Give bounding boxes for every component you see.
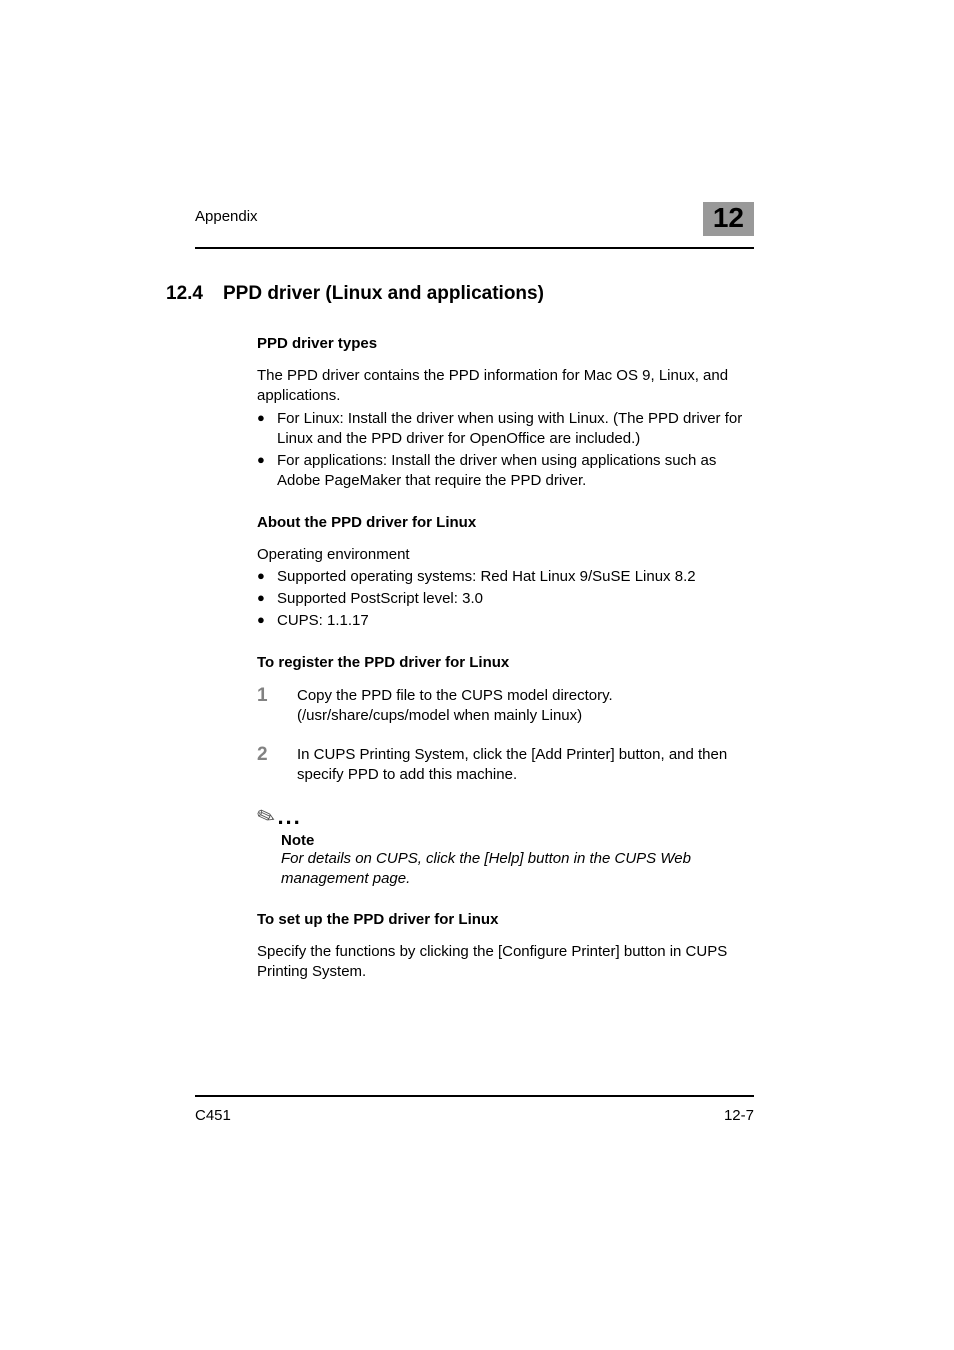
note-icon: ✎	[253, 801, 279, 832]
footer-page-number: 12-7	[724, 1107, 754, 1124]
bullet-icon: ●	[257, 611, 277, 629]
list-item-text: For Linux: Install the driver when using…	[277, 409, 754, 450]
note-dots-icon: ...	[277, 804, 301, 830]
para-setup: Specify the functions by clicking the [C…	[257, 942, 754, 983]
note-text: For details on CUPS, click the [Help] bu…	[281, 849, 754, 890]
page-header: Appendix 12	[195, 208, 754, 249]
bullet-icon: ●	[257, 409, 277, 427]
header-rule	[195, 247, 754, 249]
subheading-setup-linux: To set up the PPD driver for Linux	[257, 911, 754, 928]
list-item: ●For Linux: Install the driver when usin…	[257, 409, 754, 450]
para-intro-1: The PPD driver contains the PPD informat…	[257, 366, 754, 407]
bullet-list-1: ●For Linux: Install the driver when usin…	[257, 409, 754, 492]
list-item-text: CUPS: 1.1.17	[277, 611, 754, 631]
list-item: ●CUPS: 1.1.17	[257, 611, 754, 631]
step-text: Copy the PPD file to the CUPS model dire…	[297, 685, 754, 727]
page-footer: C451 12-7	[195, 1095, 754, 1124]
para-operating-env: Operating environment	[257, 545, 754, 565]
note-block: ✎... Note For details on CUPS, click the…	[257, 804, 754, 890]
subheading-register-linux: To register the PPD driver for Linux	[257, 654, 754, 671]
subheading-driver-types: PPD driver types	[257, 335, 754, 352]
step-list: 1Copy the PPD file to the CUPS model dir…	[257, 685, 754, 786]
bullet-icon: ●	[257, 451, 277, 469]
list-item: ●For applications: Install the driver wh…	[257, 451, 754, 492]
chapter-number-badge: 12	[703, 202, 754, 236]
subheading-about-linux: About the PPD driver for Linux	[257, 514, 754, 531]
list-item-text: Supported PostScript level: 3.0	[277, 589, 754, 609]
bullet-icon: ●	[257, 589, 277, 607]
footer-rule	[195, 1095, 754, 1097]
note-header-row: ✎...	[257, 804, 754, 830]
content-area: Appendix 12 12.4 PPD driver (Linux and a…	[195, 208, 754, 987]
step-text: In CUPS Printing System, click the [Add …	[297, 744, 754, 786]
note-title: Note	[281, 832, 754, 849]
list-item: ●Supported PostScript level: 3.0	[257, 589, 754, 609]
header-label: Appendix	[195, 208, 258, 225]
list-item: ●Supported operating systems: Red Hat Li…	[257, 567, 754, 587]
bullet-list-2: ●Supported operating systems: Red Hat Li…	[257, 567, 754, 632]
section-heading: 12.4 PPD driver (Linux and applications)	[166, 283, 754, 305]
step-item: 1Copy the PPD file to the CUPS model dir…	[257, 685, 754, 727]
list-item-text: Supported operating systems: Red Hat Lin…	[277, 567, 754, 587]
footer-row: C451 12-7	[195, 1107, 754, 1124]
document-page: Appendix 12 12.4 PPD driver (Linux and a…	[0, 0, 954, 1350]
step-number: 2	[257, 745, 297, 764]
footer-model: C451	[195, 1107, 231, 1124]
list-item-text: For applications: Install the driver whe…	[277, 451, 754, 492]
step-number: 1	[257, 686, 297, 705]
section-number: 12.4	[166, 283, 203, 305]
body: PPD driver types The PPD driver contains…	[257, 335, 754, 983]
step-item: 2In CUPS Printing System, click the [Add…	[257, 744, 754, 786]
bullet-icon: ●	[257, 567, 277, 585]
section-title-text: PPD driver (Linux and applications)	[223, 283, 544, 305]
